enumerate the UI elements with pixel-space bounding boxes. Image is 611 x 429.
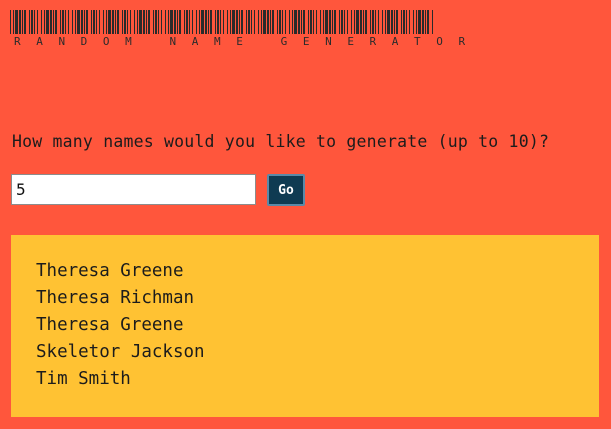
site-header: RANDOM NAME GENERATOR — [10, 10, 465, 48]
barcode-logo — [10, 10, 433, 34]
app-title: RANDOM NAME GENERATOR — [14, 35, 481, 48]
name-list-item: Theresa Greene — [36, 315, 184, 335]
count-question: How many names would you like to generat… — [12, 132, 550, 151]
go-button[interactable]: Go — [267, 174, 305, 206]
name-count-input[interactable] — [11, 174, 256, 205]
name-list-item: Tim Smith — [36, 369, 131, 389]
name-list-item: Theresa Richman — [36, 288, 195, 308]
name-list-item: Theresa Greene — [36, 261, 184, 281]
name-list: Theresa Greene Theresa Richman Theresa G… — [36, 258, 599, 393]
name-list-item: Skeletor Jackson — [36, 342, 205, 362]
results-panel: Theresa Greene Theresa Richman Theresa G… — [11, 235, 599, 417]
